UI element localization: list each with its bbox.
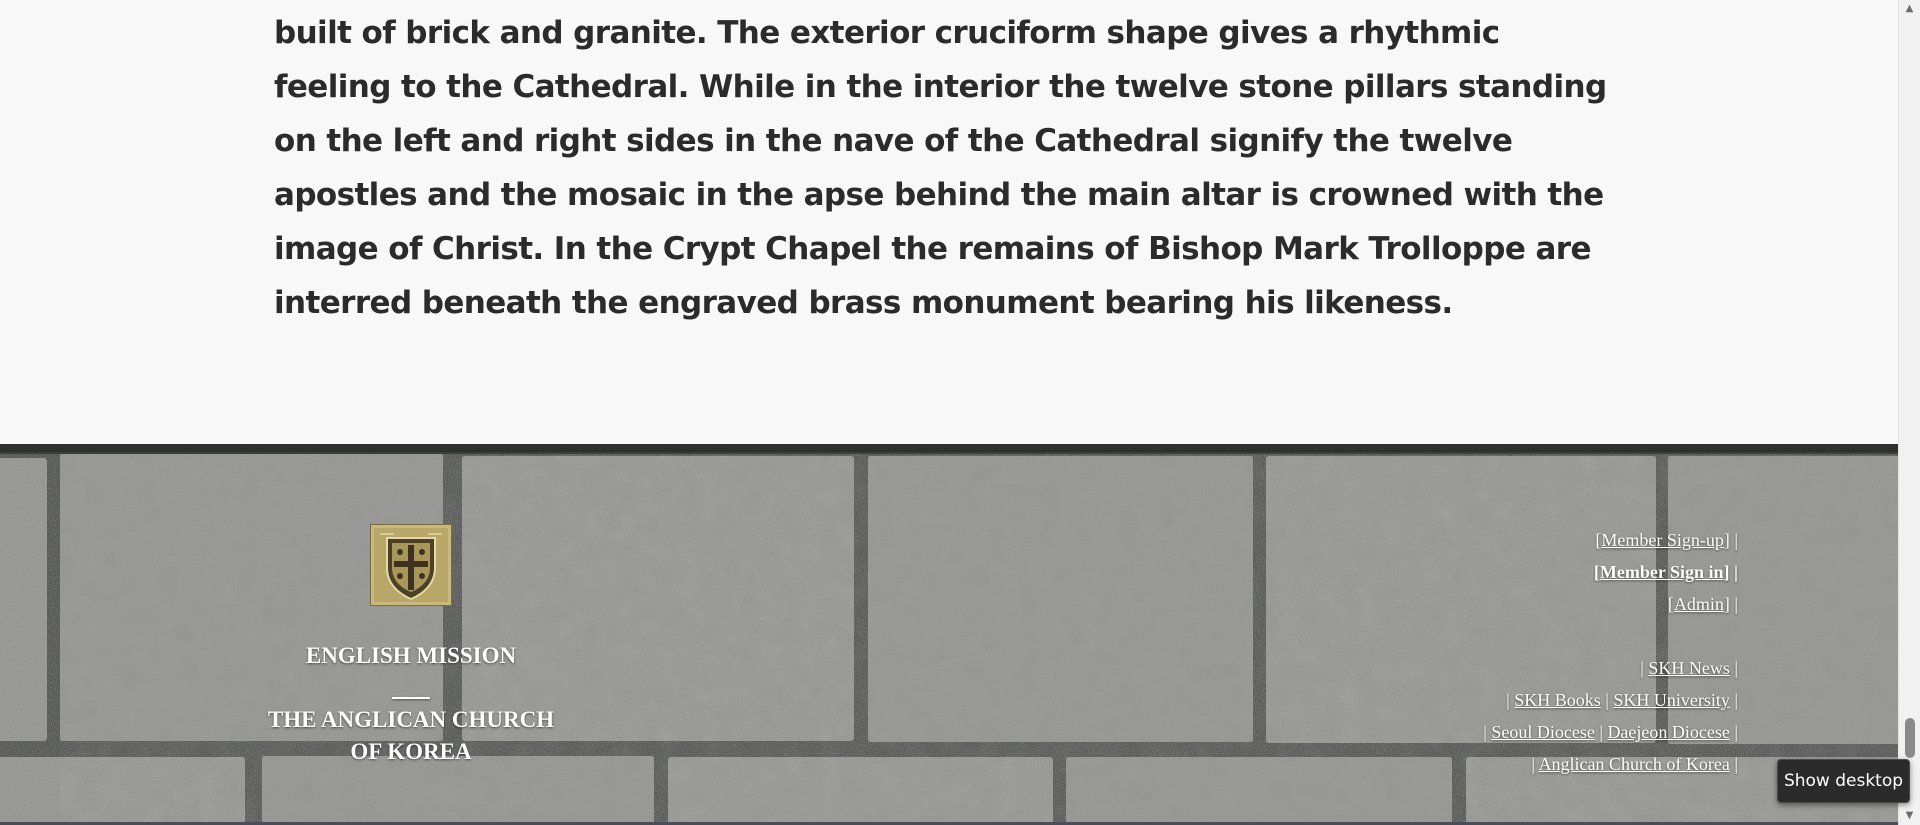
bracket-close: ]: [1723, 530, 1730, 550]
link-separator: |: [1734, 658, 1738, 678]
article-section: built of brick and granite. The exterior…: [0, 0, 1898, 444]
skh-news-link[interactable]: SKH News: [1648, 658, 1730, 678]
footer-title-line-3: OF KOREA: [350, 739, 472, 764]
member-signup-row: [Member Sign-up] |: [1278, 524, 1738, 556]
skh-books-row: | SKH Books | SKH University |: [1278, 684, 1738, 716]
anglican-church-row: | Anglican Church of Korea |: [1278, 748, 1738, 780]
bracket-close: ]: [1723, 562, 1730, 582]
link-separator: |: [1734, 594, 1738, 614]
page: built of brick and granite. The exterior…: [0, 0, 1920, 825]
member-signin-label: Member Sign in: [1599, 562, 1724, 582]
footer-title-anglican-church: THE ANGLICAN CHURCH OF KOREA: [240, 704, 582, 768]
link-separator: |: [1734, 754, 1738, 774]
admin-row: [Admin] |: [1278, 588, 1738, 620]
link-separator: |: [1506, 690, 1510, 710]
link-separator: |: [1734, 690, 1738, 710]
show-desktop-tooltip: Show desktop: [1777, 759, 1910, 803]
link-separator: |: [1734, 562, 1738, 582]
link-separator: |: [1734, 722, 1738, 742]
link-separator: |: [1640, 658, 1644, 678]
member-signin-link[interactable]: [Member Sign in]: [1594, 562, 1730, 582]
link-separator: |: [1483, 722, 1487, 742]
seoul-diocese-link[interactable]: Seoul Diocese: [1491, 722, 1594, 742]
scroll-down-arrow-icon[interactable]: ▼: [1899, 807, 1920, 825]
footer-title-english-mission: ENGLISH MISSION: [305, 643, 517, 668]
link-separator: |: [1531, 754, 1535, 774]
daejeon-diocese-link[interactable]: Daejeon Diocese: [1607, 722, 1729, 742]
footer-links: [Member Sign-up] | [Member Sign in] | [A…: [1278, 524, 1738, 780]
title-divider: [392, 697, 430, 699]
bracket-close: ]: [1723, 594, 1730, 614]
vertical-scrollbar[interactable]: ▲ ▼: [1898, 0, 1920, 825]
scrollbar-thumb[interactable]: [1905, 718, 1915, 758]
member-signin-row: [Member Sign in] |: [1278, 556, 1738, 588]
link-separator: |: [1599, 722, 1603, 742]
diocese-row: | Seoul Diocese | Daejeon Diocese |: [1278, 716, 1738, 748]
skh-university-link[interactable]: SKH University: [1613, 690, 1730, 710]
shield-cross-crest-icon: [370, 524, 452, 606]
scroll-up-arrow-icon[interactable]: ▲: [1899, 0, 1920, 18]
article-paragraph: built of brick and granite. The exterior…: [274, 15, 1607, 321]
anglican-church-of-korea-link[interactable]: Anglican Church of Korea: [1538, 754, 1729, 774]
link-separator: |: [1605, 690, 1609, 710]
admin-link[interactable]: Admin: [1674, 594, 1724, 614]
skh-books-link[interactable]: SKH Books: [1514, 690, 1601, 710]
link-group-gap: [1278, 620, 1738, 652]
link-separator: |: [1734, 530, 1738, 550]
footer: ENGLISH MISSION THE ANGLICAN CHURCH OF K…: [0, 444, 1898, 825]
member-signup-link[interactable]: Member Sign-up: [1601, 530, 1723, 550]
footer-title-line-2: THE ANGLICAN CHURCH: [267, 707, 555, 732]
skh-news-row: | SKH News |: [1278, 652, 1738, 684]
